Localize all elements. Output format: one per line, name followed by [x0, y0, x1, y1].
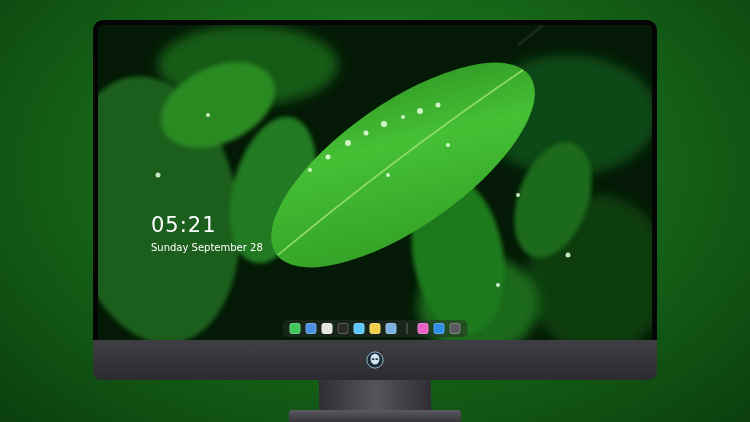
leaf-wallpaper-icon	[98, 25, 652, 340]
desktop-screen: 05:21 Sunday September 28	[98, 25, 652, 340]
alien-logo-icon	[366, 351, 384, 369]
monitor-bezel: 05:21 Sunday September 28	[93, 20, 657, 340]
monitor-chin	[93, 340, 657, 380]
notes-icon[interactable]	[370, 323, 381, 334]
video-icon[interactable]	[354, 323, 365, 334]
monitor: 05:21 Sunday September 28	[93, 20, 657, 422]
page-background: 05:21 Sunday September 28	[0, 0, 750, 422]
clapper-icon[interactable]	[338, 323, 349, 334]
monitor-base	[289, 410, 461, 422]
dock-separator	[407, 323, 408, 334]
music-icon[interactable]	[418, 323, 429, 334]
clock-icon[interactable]	[322, 323, 333, 334]
store-icon[interactable]	[434, 323, 445, 334]
camera-icon[interactable]	[450, 323, 461, 334]
clock-time: 05:21	[151, 213, 263, 238]
monitor-stand	[319, 380, 431, 410]
lock-clock: 05:21 Sunday September 28	[151, 213, 263, 254]
finder-icon[interactable]	[306, 323, 317, 334]
clock-date: Sunday September 28	[151, 241, 263, 254]
dock	[283, 320, 468, 337]
preview-icon[interactable]	[386, 323, 397, 334]
messages-icon[interactable]	[290, 323, 301, 334]
